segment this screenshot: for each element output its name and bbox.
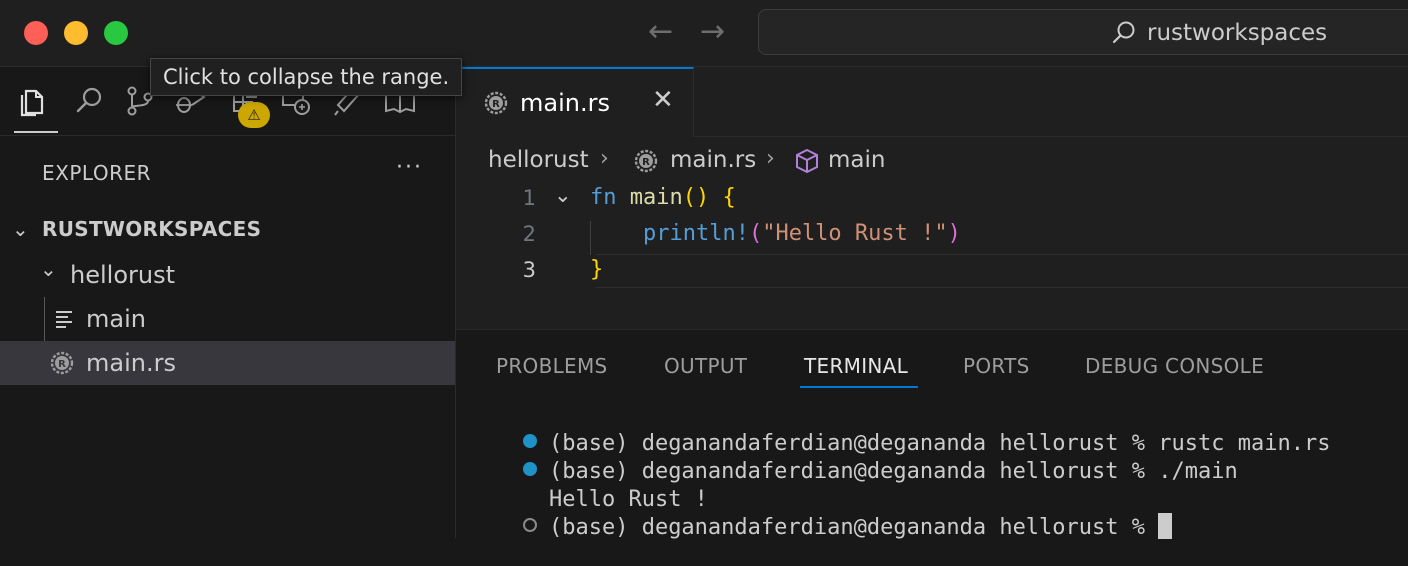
code-token: "Hello Rust !" (762, 221, 948, 246)
breadcrumb-symbol[interactable]: main (828, 147, 885, 173)
folder-item-hellorust[interactable]: ⌄ hellorust (0, 253, 455, 297)
code-token: ( (748, 221, 763, 246)
terminal-output: Hello Rust ! (496, 462, 708, 512)
file-item-main-rs[interactable]: R main.rs (0, 341, 455, 385)
command-pending-icon (522, 518, 537, 532)
search-icon[interactable] (72, 83, 108, 119)
file-item-main[interactable]: main (0, 297, 455, 341)
chevron-right-icon: › (766, 146, 775, 171)
line-number: 1 (522, 186, 536, 210)
breadcrumb: hellorust › R main.rs › main (456, 137, 1408, 183)
symbol-module-icon (796, 148, 818, 174)
rust-icon: R (634, 149, 658, 173)
close-window-button[interactable] (24, 21, 48, 45)
tab-output[interactable]: OUTPUT (664, 354, 747, 378)
tab-ports[interactable]: PORTS (963, 354, 1030, 378)
svg-text:R: R (642, 157, 650, 168)
files-icon[interactable] (16, 83, 52, 119)
svg-text:R: R (58, 359, 66, 370)
breadcrumb-file[interactable]: main.rs (670, 147, 756, 173)
zoom-window-button[interactable] (104, 21, 128, 45)
rust-icon: R (484, 91, 508, 115)
svg-text:R: R (492, 99, 500, 110)
code-token: () (682, 185, 710, 210)
tab-problems[interactable]: PROBLEMS (496, 354, 608, 378)
back-arrow-icon[interactable]: ← (648, 14, 673, 50)
minimize-window-button[interactable] (64, 21, 88, 45)
side-bar: ⚠ EXPLORER ··· ⌄ RUSTWORKSPACES ⌄ hellor… (0, 67, 456, 538)
workspace-header[interactable]: ⌄ RUSTWORKSPACES (0, 213, 455, 247)
bottom-panel: PROBLEMS OUTPUT TERMINAL PORTS DEBUG CON… (456, 329, 1408, 540)
tab-debug-console[interactable]: DEBUG CONSOLE (1085, 354, 1264, 378)
explorer-title: EXPLORER (42, 161, 151, 185)
code-token: } (590, 257, 604, 282)
file-label: main (86, 305, 146, 333)
code-line[interactable]: 2 println!("Hello Rust !") (456, 219, 1408, 255)
code-token: { (722, 185, 736, 210)
search-icon (1112, 21, 1135, 44)
code-text: } (590, 257, 603, 282)
more-actions-icon[interactable]: ··· (396, 155, 423, 180)
file-lines-icon (56, 311, 72, 328)
code-token: println! (642, 221, 749, 246)
code-token: ) (947, 221, 961, 246)
tab-main-rs[interactable]: R main.rs ✕ (456, 67, 694, 137)
code-token: fn (590, 185, 617, 210)
terminal-line: (base) deganandaferdian@degananda hellor… (470, 406, 1330, 456)
tab-terminal[interactable]: TERMINAL (804, 354, 908, 378)
terminal-cursor (1158, 513, 1173, 539)
line-number: 3 (522, 258, 536, 282)
line-number: 2 (522, 222, 536, 246)
workspace-label: RUSTWORKSPACES (42, 217, 262, 241)
code-text: fn main() { (590, 185, 736, 210)
close-icon[interactable]: ✕ (652, 85, 674, 115)
editor-tab-bar: R main.rs ✕ (456, 67, 1408, 137)
command-center-search[interactable]: rustworkspaces (758, 9, 1408, 55)
code-line[interactable]: 3 } (456, 255, 1408, 291)
fold-chevron-icon[interactable]: ⌄ (554, 183, 572, 207)
code-editor[interactable]: 1 ⌄ fn main() { 2 println!("Hello Rust !… (456, 183, 1408, 329)
chevron-down-icon: ⌄ (12, 217, 29, 241)
chevron-right-icon: › (600, 146, 609, 171)
code-token: main (629, 185, 683, 210)
breadcrumb-folder[interactable]: hellorust (488, 147, 589, 173)
chevron-down-icon: ⌄ (40, 257, 57, 281)
terminal-line: (base) deganandaferdian@degananda hellor… (470, 434, 1238, 484)
title-bar: ← → rustworkspaces (0, 0, 1408, 67)
forward-arrow-icon[interactable]: → (700, 14, 725, 50)
active-tab-indicator (800, 386, 918, 388)
rust-icon: R (50, 351, 74, 375)
command-center-text: rustworkspaces (1147, 20, 1328, 46)
terminal-line[interactable]: (base) deganandaferdian@degananda hellor… (470, 490, 1173, 540)
active-view-indicator (14, 131, 58, 133)
tab-label: main.rs (520, 89, 610, 117)
code-text: println!("Hello Rust !") (590, 221, 961, 246)
code-line[interactable]: 1 ⌄ fn main() { (456, 183, 1408, 219)
folder-label: hellorust (70, 261, 175, 289)
terminal-prompt: (base) deganandaferdian@degananda hellor… (548, 515, 1159, 540)
tooltip: Click to collapse the range. (150, 58, 463, 96)
warning-badge: ⚠ (238, 102, 270, 128)
file-label: main.rs (86, 349, 176, 377)
